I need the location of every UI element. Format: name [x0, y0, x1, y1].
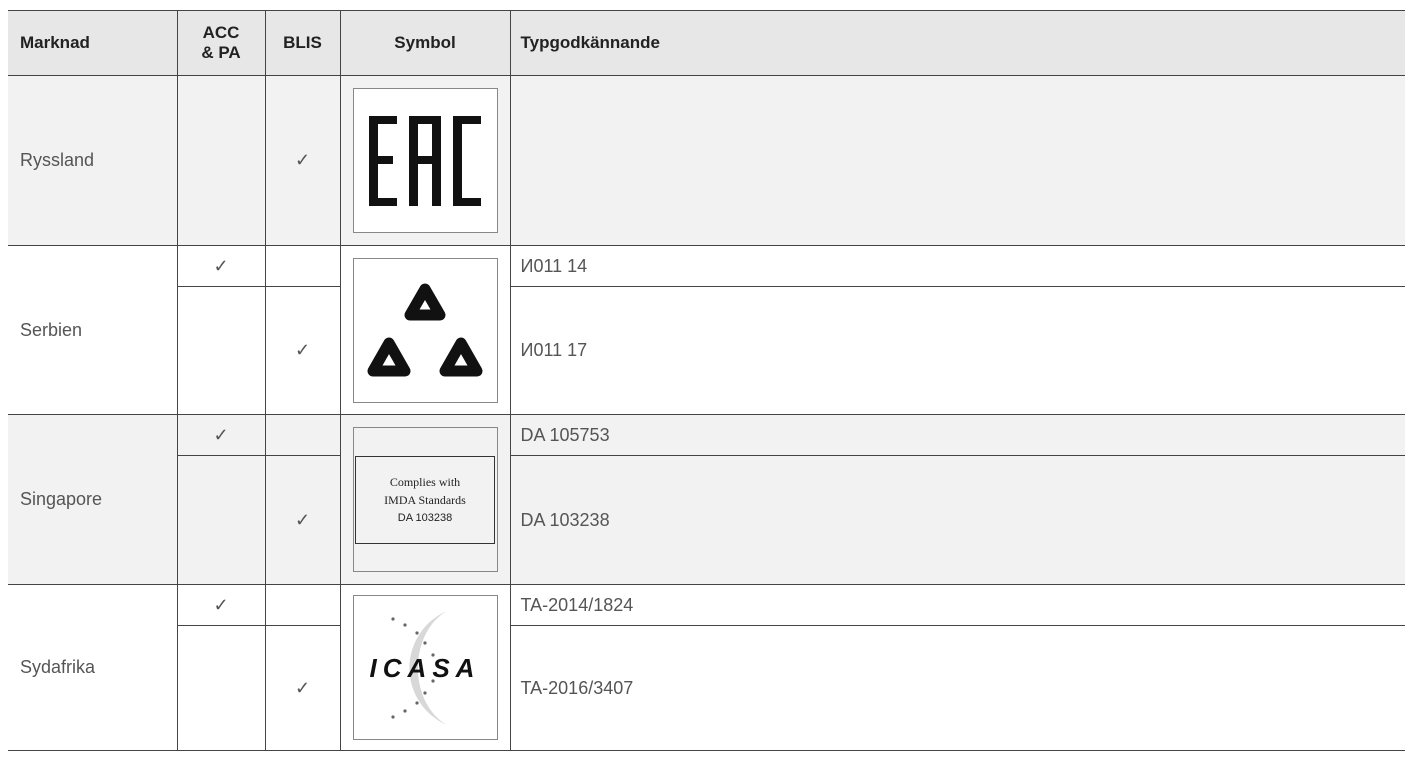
symbol-cell: Complies with IMDA Standards DA 103238 [340, 414, 511, 585]
blis-cell [265, 584, 341, 626]
market-name: Singapore [8, 414, 178, 585]
table-row: Sydafrika ✓ ICASA TA-2014/1824 [8, 584, 1405, 751]
blis-cell: ✓ [265, 455, 341, 585]
header-row: Marknad ACC & PA BLIS Symbol Typgodkännan… [8, 10, 1405, 76]
table-row: Singapore ✓ Complies with IMDA Standards… [8, 414, 1405, 585]
table-row: Serbien ✓ И011 14 [8, 245, 1405, 415]
imda-label: Complies with IMDA Standards DA 103238 [355, 455, 495, 544]
acc-pa-cell: ✓ [177, 584, 266, 626]
market-name: Ryssland [8, 75, 178, 246]
blis-cell: ✓ [265, 286, 341, 415]
blis-cell [265, 245, 341, 287]
eac-mark-icon [352, 88, 498, 233]
table-row: Ryssland ✓ [8, 75, 1405, 246]
icasa-logo-icon: ICASA [352, 595, 498, 740]
symbol-cell [340, 75, 511, 246]
blis-cell: ✓ [265, 625, 341, 751]
imda-label-line-2: IMDA Standards [384, 492, 466, 507]
approval-cell: И011 14 [510, 245, 1405, 287]
blis-cell: ✓ [265, 75, 341, 246]
imda-label-line-1: Complies with [389, 474, 461, 489]
table-row: ✓ DA 103238 [8, 455, 1405, 585]
header-blis: BLIS [265, 10, 341, 76]
serbian-triangle-mark-icon [352, 257, 498, 403]
approval-cell: TA-2016/3407 [510, 625, 1405, 751]
acc-pa-cell [177, 625, 266, 751]
approval-cell: И011 17 [510, 286, 1405, 415]
table-row: ✓ И011 17 [8, 286, 1405, 415]
approval-cell: DA 105753 [510, 414, 1405, 456]
approval-cell [510, 75, 1405, 246]
approval-cell: TA-2014/1824 [510, 584, 1405, 626]
acc-pa-cell [177, 75, 266, 246]
acc-pa-cell: ✓ [177, 414, 266, 456]
table-row: ✓ TA-2016/3407 [8, 625, 1405, 751]
icasa-wordmark: ICASA [370, 653, 481, 683]
imda-label-icon: Complies with IMDA Standards DA 103238 [352, 427, 498, 572]
approval-cell: DA 103238 [510, 455, 1405, 585]
market-name: Sydafrika [8, 584, 178, 751]
symbol-cell [340, 245, 511, 415]
imda-label-line-3: DA 103238 [397, 511, 453, 524]
header-symbol: Symbol [340, 10, 511, 76]
header-type-approval: Typgodkännande [510, 10, 1405, 76]
acc-pa-cell [177, 286, 266, 415]
acc-pa-cell [177, 455, 266, 585]
header-acc-pa: ACC & PA [177, 10, 266, 76]
symbol-cell: ICASA [340, 584, 511, 751]
blis-cell [265, 414, 341, 456]
header-market: Marknad [8, 10, 178, 76]
type-approval-table: Marknad ACC & PA BLIS Symbol Typgodkännan… [8, 10, 1405, 751]
market-name: Serbien [8, 245, 178, 415]
acc-pa-cell: ✓ [177, 245, 266, 287]
